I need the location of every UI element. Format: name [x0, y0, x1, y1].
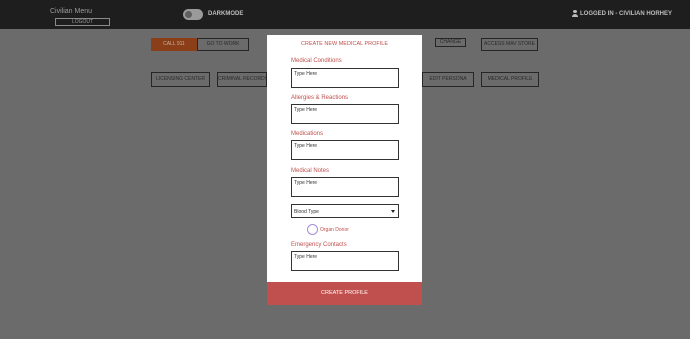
criminal-records-button[interactable]: CRIMINAL RECORDS: [217, 72, 267, 87]
user-label: LOGGED IN - CIVILIAN HORHEY: [580, 10, 673, 17]
medical-profile-modal: CREATE NEW MEDICAL PROFILE Medical Condi…: [267, 35, 422, 305]
blood-type-select[interactable]: Blood Type: [291, 204, 399, 218]
logout-button[interactable]: LOGOUT: [55, 18, 110, 26]
top-bar: Civilian Menu LOGOUT DARKMODE LOGGED IN …: [0, 0, 690, 29]
licensing-center-button[interactable]: LICENSING CENTER: [151, 72, 210, 87]
blood-type-value: Blood Type: [294, 209, 319, 215]
user-status: LOGGED IN - CIVILIAN HORHEY: [572, 10, 672, 17]
darkmode-label: DARKMODE: [208, 11, 244, 17]
toggle-knob: [185, 11, 192, 18]
organ-donor-radio[interactable]: [307, 224, 318, 235]
modal-title: CREATE NEW MEDICAL PROFILE: [300, 41, 389, 47]
create-profile-button[interactable]: CREATE PROFILE: [267, 282, 422, 305]
allergies-label: Allergies & Reactions: [291, 95, 349, 101]
allergies-input[interactable]: Type Here: [291, 104, 399, 124]
user-icon: [572, 10, 578, 17]
medical-notes-input[interactable]: Type Here: [291, 177, 399, 197]
app-title: Civilian Menu: [50, 8, 93, 15]
call-911-button[interactable]: CALL 911: [151, 38, 197, 51]
medical-conditions-label: Medical Conditions: [291, 58, 342, 64]
emergency-contacts-input[interactable]: Type Here: [291, 251, 399, 271]
medications-input[interactable]: Type Here: [291, 140, 399, 160]
medical-profile-button[interactable]: MEDICAL PROFILE: [481, 72, 539, 87]
change-button[interactable]: CHANGE: [435, 38, 466, 47]
caret-down-icon: [391, 210, 395, 213]
organ-donor-label: Organ Donor: [320, 227, 349, 233]
medical-conditions-input[interactable]: Type Here: [291, 68, 399, 88]
edit-persona-button[interactable]: EDIT PERSONA: [422, 72, 474, 87]
medical-notes-label: Medical Notes: [291, 168, 330, 174]
emergency-contacts-label: Emergency Contacts: [291, 242, 347, 248]
darkmode-toggle[interactable]: [183, 9, 203, 20]
go-to-work-button[interactable]: GO TO WORK: [197, 38, 249, 51]
access-mav-store-button[interactable]: ACCESS MAV STORE: [481, 38, 538, 51]
medications-label: Medications: [291, 131, 324, 137]
